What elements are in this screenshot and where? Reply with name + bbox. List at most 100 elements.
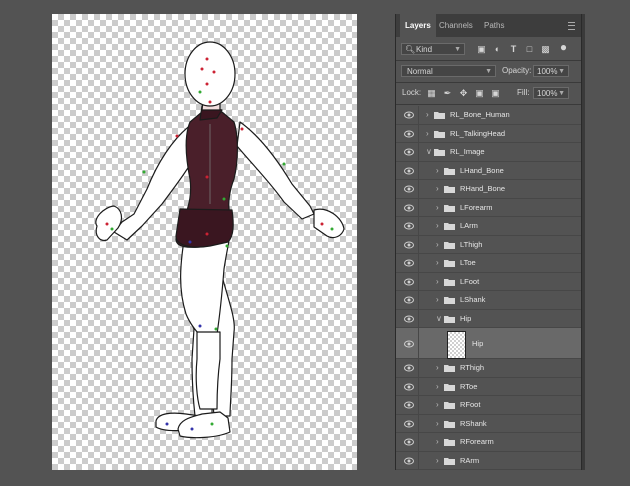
chevron-right-icon[interactable]: › <box>426 129 429 139</box>
layers-panel: Layers Channels Paths 🔍︎ Kind ▼ ▣ ◐ T □ … <box>395 14 582 470</box>
left-hand-shape <box>313 208 345 239</box>
chevron-down-icon: ▼ <box>558 90 565 97</box>
layer-name: Hip <box>472 339 484 348</box>
layer-row-rl-image[interactable]: ∨ RL_Image <box>396 143 581 162</box>
blend-mode-select[interactable]: Normal ▼ <box>401 65 496 77</box>
layer-row-lforearm[interactable]: › LForearm <box>396 198 581 217</box>
visibility-eye-icon[interactable] <box>404 420 414 428</box>
visibility-eye-icon[interactable] <box>404 222 414 230</box>
chevron-right-icon[interactable]: › <box>436 363 439 373</box>
visibility-eye-icon[interactable] <box>404 148 414 156</box>
divider <box>396 82 581 83</box>
document-canvas[interactable] <box>52 14 357 470</box>
layer-row-rfoot[interactable]: › RFoot <box>396 396 581 415</box>
lock-row: Lock: ▦ ✒ ✥ ▣ ▣ Fill: 100% ▼ <box>396 86 581 100</box>
panel-menu-icon[interactable] <box>568 22 575 30</box>
chevron-right-icon[interactable]: › <box>436 437 439 447</box>
chevron-down-icon[interactable]: ∨ <box>436 314 442 324</box>
eye-column-divider <box>418 124 419 142</box>
layer-row-lshank[interactable]: › LShank <box>396 291 581 310</box>
eye-column-divider <box>418 198 419 216</box>
layer-name: RForearm <box>460 437 494 446</box>
lock-all-icon[interactable]: ▣ <box>490 88 501 99</box>
layer-row-lhand-bone[interactable]: › LHand_Bone <box>396 161 581 180</box>
eye-column-divider <box>418 180 419 198</box>
opacity-field[interactable]: 100% ▼ <box>533 65 569 77</box>
layer-row-rtoe[interactable]: › RToe <box>396 377 581 396</box>
folder-icon <box>434 148 445 156</box>
chevron-right-icon[interactable]: › <box>436 295 439 305</box>
visibility-eye-icon[interactable] <box>404 296 414 304</box>
visibility-eye-icon[interactable] <box>404 457 414 465</box>
visibility-eye-icon[interactable] <box>404 340 414 348</box>
type-filter-icon[interactable]: T <box>508 44 519 55</box>
chevron-right-icon[interactable]: › <box>436 166 439 176</box>
visibility-eye-icon[interactable] <box>404 401 414 409</box>
layer-name: RFoot <box>460 400 481 409</box>
chevron-down-icon: ▼ <box>485 68 492 75</box>
panel-scrollbar[interactable] <box>582 14 585 470</box>
chevron-right-icon[interactable]: › <box>436 456 439 466</box>
head-shape <box>184 41 236 107</box>
chevron-right-icon[interactable]: › <box>436 240 439 250</box>
adjustment-filter-icon[interactable]: ◐ <box>492 44 503 55</box>
layer-row-rthigh[interactable]: › RThigh <box>396 359 581 378</box>
visibility-eye-icon[interactable] <box>404 241 414 249</box>
fill-value: 100% <box>537 89 558 98</box>
chevron-down-icon[interactable]: ∨ <box>426 147 432 157</box>
lock-transparent-icon[interactable]: ▦ <box>426 88 437 99</box>
layer-row-rl-talkinghead[interactable]: › RL_TalkingHead <box>396 124 581 143</box>
layer-row-hip[interactable]: Hip <box>396 328 581 359</box>
tab-paths[interactable]: Paths <box>479 14 509 37</box>
visibility-eye-icon[interactable] <box>404 167 414 175</box>
layer-row-lfoot[interactable]: › LFoot <box>396 272 581 291</box>
visibility-eye-icon[interactable] <box>404 438 414 446</box>
layer-row-larm[interactable]: › LArm <box>396 217 581 236</box>
filter-toggle-icon[interactable]: ● <box>558 41 569 53</box>
shape-filter-icon[interactable]: □ <box>524 44 535 55</box>
visibility-eye-icon[interactable] <box>404 111 414 119</box>
fill-field[interactable]: 100% ▼ <box>533 87 569 99</box>
layer-name: LToe <box>460 258 476 267</box>
divider <box>396 60 581 61</box>
divider <box>396 104 581 105</box>
visibility-eye-icon[interactable] <box>404 130 414 138</box>
layer-row-rarm[interactable]: › RArm <box>396 451 581 470</box>
smart-object-filter-icon[interactable]: ▩ <box>540 44 551 55</box>
chevron-right-icon[interactable]: › <box>436 184 439 194</box>
chevron-right-icon[interactable]: › <box>436 277 439 287</box>
chevron-right-icon[interactable]: › <box>426 110 429 120</box>
layer-row-rl-bone-human[interactable]: › RL_Bone_Human <box>396 106 581 125</box>
lock-artboard-icon[interactable]: ▣ <box>474 88 485 99</box>
lock-position-icon[interactable]: ✥ <box>458 88 469 99</box>
eye-column-divider <box>418 254 419 272</box>
visibility-eye-icon[interactable] <box>404 383 414 391</box>
chevron-right-icon[interactable]: › <box>436 258 439 268</box>
visibility-eye-icon[interactable] <box>404 204 414 212</box>
tab-channels[interactable]: Channels <box>434 14 478 37</box>
visibility-eye-icon[interactable] <box>404 259 414 267</box>
chevron-right-icon[interactable]: › <box>436 203 439 213</box>
layer-row-lthigh[interactable]: › LThigh <box>396 235 581 254</box>
layer-thumbnail[interactable] <box>447 331 466 359</box>
blend-mode-value: Normal <box>407 67 433 76</box>
lock-image-icon[interactable]: ✒ <box>442 88 453 99</box>
filter-kind-select[interactable]: 🔍︎ Kind ▼ <box>401 43 465 55</box>
layer-row-rshank[interactable]: › RShank <box>396 414 581 433</box>
chevron-right-icon[interactable]: › <box>436 419 439 429</box>
visibility-eye-icon[interactable] <box>404 315 414 323</box>
filter-kind-label: Kind <box>416 45 433 54</box>
image-filter-icon[interactable]: ▣ <box>476 44 487 55</box>
chevron-right-icon[interactable]: › <box>436 400 439 410</box>
layer-row-hip[interactable]: ∨ Hip <box>396 309 581 328</box>
visibility-eye-icon[interactable] <box>404 278 414 286</box>
folder-icon <box>444 364 455 372</box>
visibility-eye-icon[interactable] <box>404 185 414 193</box>
chevron-right-icon[interactable]: › <box>436 382 439 392</box>
layer-row-rhand-bone[interactable]: › RHand_Bone <box>396 180 581 199</box>
visibility-eye-icon[interactable] <box>404 364 414 372</box>
chevron-right-icon[interactable]: › <box>436 221 439 231</box>
layer-row-ltoe[interactable]: › LToe <box>396 254 581 273</box>
layer-row-rforearm[interactable]: › RForearm <box>396 433 581 452</box>
tab-layers[interactable]: Layers <box>400 14 436 37</box>
